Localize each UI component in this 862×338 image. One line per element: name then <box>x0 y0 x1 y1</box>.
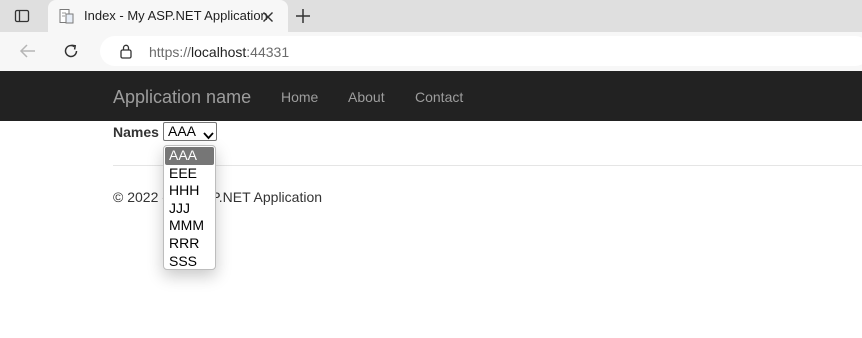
refresh-icon[interactable] <box>62 42 80 60</box>
dropdown-option[interactable]: MMM <box>165 217 214 235</box>
close-tab-icon[interactable] <box>262 10 274 22</box>
new-tab-icon[interactable] <box>295 8 311 24</box>
names-dropdown-list: AAA EEE HHH JJJ MMM RRR SSS <box>163 145 216 270</box>
nav-link-about[interactable]: About <box>348 89 385 105</box>
chevron-down-icon <box>203 127 214 140</box>
browser-tabstrip: Index - My ASP.NET Application <box>0 0 862 32</box>
url-host: localhost <box>191 44 247 60</box>
names-label: Names <box>113 124 159 140</box>
dropdown-option[interactable]: SSS <box>165 253 214 271</box>
address-bar[interactable]: https://localhost:44331 <box>100 36 862 66</box>
back-arrow-icon[interactable] <box>19 42 37 60</box>
navbar-brand[interactable]: Application name <box>113 87 251 108</box>
lock-icon[interactable] <box>119 43 133 59</box>
dropdown-option[interactable]: RRR <box>165 235 214 253</box>
page-favicon-icon <box>58 8 74 24</box>
divider <box>113 165 862 166</box>
browser-tab-active[interactable]: Index - My ASP.NET Application <box>48 0 288 32</box>
dropdown-option[interactable]: HHH <box>165 182 214 200</box>
names-select[interactable]: AAA <box>163 122 217 141</box>
browser-toolbar: https://localhost:44331 <box>0 32 862 72</box>
dropdown-option[interactable]: AAA <box>165 147 214 165</box>
url-port: :44331 <box>246 44 290 60</box>
names-select-value: AAA <box>168 123 197 139</box>
tab-actions-icon[interactable] <box>13 7 31 25</box>
footer-copyright: © 2022 - My ASP.NET Application <box>113 189 323 205</box>
nav-link-contact[interactable]: Contact <box>415 89 463 105</box>
site-navbar: Application name Home About Contact <box>0 71 862 121</box>
dropdown-option[interactable]: JJJ <box>165 200 214 218</box>
url-scheme: https:// <box>149 44 192 60</box>
nav-link-home[interactable]: Home <box>281 89 318 105</box>
tab-title: Index - My ASP.NET Application <box>84 8 268 23</box>
url-text: https://localhost:44331 <box>149 44 289 60</box>
dropdown-option[interactable]: EEE <box>165 165 214 183</box>
